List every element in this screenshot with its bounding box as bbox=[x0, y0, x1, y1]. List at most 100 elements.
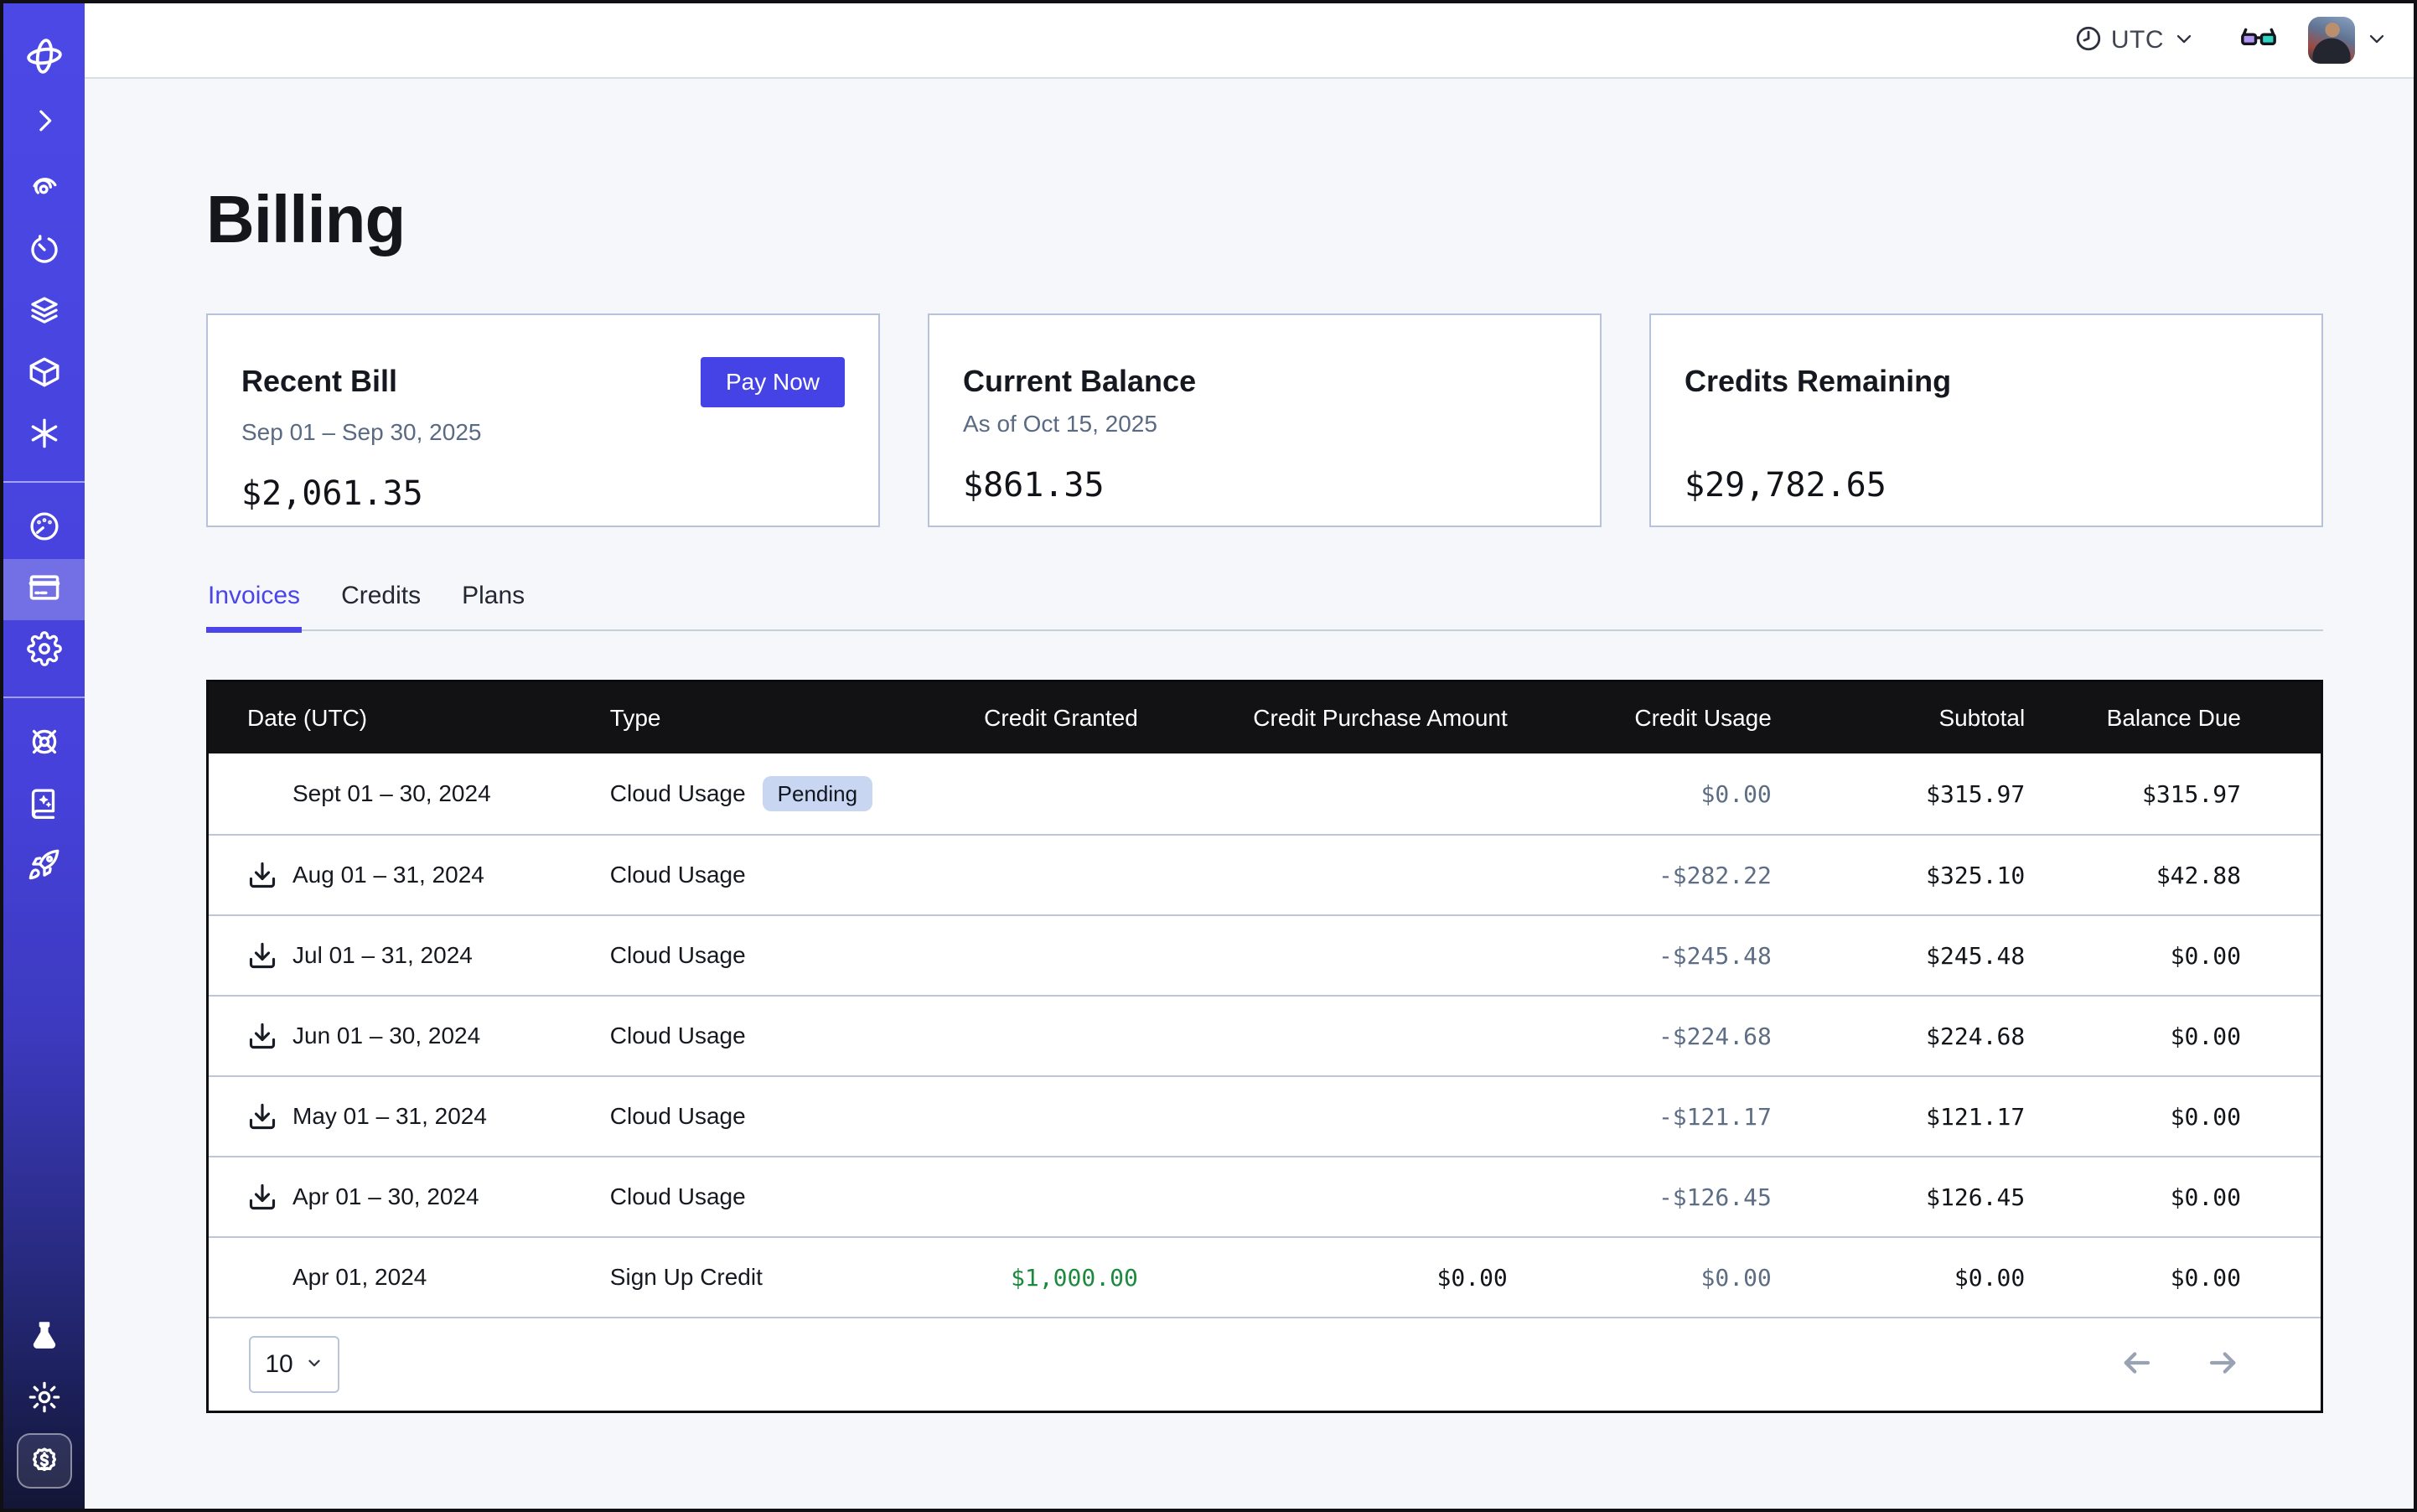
recent-bill-title: Recent Bill bbox=[241, 364, 397, 399]
invoice-type: Cloud Usage bbox=[610, 1023, 746, 1049]
credits-remaining-card: Credits Remaining $29,782.65 bbox=[1649, 313, 2323, 527]
timezone-select[interactable]: UTC bbox=[2074, 24, 2196, 57]
theme-toggle[interactable] bbox=[3, 1369, 85, 1430]
clock-icon bbox=[2074, 24, 2103, 57]
docs-book-icon bbox=[27, 785, 62, 825]
credit-usage-value: $0.00 bbox=[1701, 780, 1772, 808]
invoice-date: Jun 01 – 30, 2024 bbox=[292, 1023, 480, 1049]
balance-due-value: $0.00 bbox=[2171, 1183, 2241, 1211]
download-icon bbox=[247, 1101, 277, 1131]
invoice-date: Sept 01 – 30, 2024 bbox=[292, 780, 491, 807]
gear-icon bbox=[27, 631, 62, 671]
history-timer-icon bbox=[27, 232, 62, 272]
chevron-down-icon bbox=[305, 1350, 323, 1379]
avatar[interactable] bbox=[2308, 17, 2355, 64]
spiral-icon bbox=[27, 171, 62, 210]
chevron-right-icon bbox=[28, 104, 61, 142]
invoice-row: Apr 01, 2024 Sign Up Credit $1,000.00 $0… bbox=[209, 1236, 2321, 1317]
balance-due-value: $0.00 bbox=[2171, 1023, 2241, 1050]
layers-icon bbox=[27, 293, 62, 333]
credits-remaining-title: Credits Remaining bbox=[1685, 364, 1951, 399]
download-icon bbox=[247, 1182, 277, 1212]
pager bbox=[2119, 1345, 2241, 1385]
billing-tabs: Invoices Credits Plans bbox=[206, 582, 2323, 631]
sidebar-item-layers[interactable] bbox=[3, 282, 85, 344]
balance-due-value: $315.97 bbox=[2142, 780, 2241, 808]
sidebar-item-billing[interactable] bbox=[3, 559, 85, 620]
tab-invoices[interactable]: Invoices bbox=[206, 582, 302, 633]
table-header: Date (UTC) Type Credit Granted Credit Pu… bbox=[209, 682, 2321, 753]
col-balance-due: Balance Due bbox=[2025, 682, 2321, 753]
page-size-select[interactable]: 10 bbox=[249, 1336, 339, 1393]
col-credit-usage: Credit Usage bbox=[1508, 682, 1772, 753]
credit-purchase-value: $0.00 bbox=[1437, 1264, 1508, 1292]
sidebar-item-getting-started[interactable] bbox=[3, 836, 85, 897]
download-icon bbox=[247, 940, 277, 971]
page-size-value: 10 bbox=[265, 1350, 292, 1379]
download-invoice-button[interactable] bbox=[247, 1182, 277, 1212]
main-content: Billing Recent Bill Pay Now Sep 01 – Sep… bbox=[85, 181, 2414, 1413]
sidebar-item-settings[interactable] bbox=[3, 620, 85, 681]
invoice-row: May 01 – 31, 2024 Cloud Usage -$121.17 $… bbox=[209, 1075, 2321, 1156]
col-credit-purchase: Credit Purchase Amount bbox=[1138, 682, 1508, 753]
asterisk-icon bbox=[27, 416, 62, 455]
credit-usage-value: -$126.45 bbox=[1659, 1183, 1772, 1211]
download-invoice-button[interactable] bbox=[247, 1101, 277, 1131]
current-balance-amount: $861.35 bbox=[963, 466, 1566, 505]
prev-page-button[interactable] bbox=[2119, 1345, 2154, 1385]
sidebar-item-credits[interactable] bbox=[3, 1430, 85, 1491]
balance-due-value: $0.00 bbox=[2171, 1103, 2241, 1131]
col-type: Type bbox=[610, 682, 927, 753]
sidebar-collapse-button[interactable] bbox=[3, 92, 85, 153]
tab-credits[interactable]: Credits bbox=[339, 582, 422, 629]
credit-usage-value: -$245.48 bbox=[1659, 942, 1772, 970]
sidebar bbox=[3, 3, 85, 1509]
invoices-table: Date (UTC) Type Credit Granted Credit Pu… bbox=[206, 680, 2323, 1413]
invoice-date: Jul 01 – 31, 2024 bbox=[292, 942, 473, 969]
credit-usage-value: -$224.68 bbox=[1659, 1023, 1772, 1050]
flask-icon bbox=[27, 1318, 62, 1358]
download-invoice-button[interactable] bbox=[247, 1021, 277, 1051]
sidebar-item-labs[interactable] bbox=[3, 1307, 85, 1369]
cube-icon bbox=[27, 355, 62, 394]
download-icon bbox=[247, 1021, 277, 1051]
subtotal-value: $224.68 bbox=[1926, 1023, 2025, 1050]
sidebar-divider bbox=[3, 481, 85, 483]
invoice-table-body: Sept 01 – 30, 2024 Cloud Usage Pending $… bbox=[209, 753, 2321, 1317]
sidebar-item-admin[interactable] bbox=[3, 713, 85, 774]
sidebar-item-observe[interactable] bbox=[3, 160, 85, 221]
account-menu-button[interactable] bbox=[2365, 27, 2389, 54]
tab-plans[interactable]: Plans bbox=[460, 582, 526, 629]
invoice-type: Cloud Usage bbox=[610, 1103, 746, 1130]
page-title: Billing bbox=[206, 181, 2323, 258]
timezone-label: UTC bbox=[2111, 26, 2164, 54]
sidebar-item-history[interactable] bbox=[3, 221, 85, 282]
balance-due-value: $0.00 bbox=[2171, 942, 2241, 970]
current-balance-card: Current Balance As of Oct 15, 2025 $861.… bbox=[928, 313, 1602, 527]
download-icon bbox=[247, 860, 277, 890]
invoice-date: May 01 – 31, 2024 bbox=[292, 1103, 487, 1130]
credits-remaining-amount: $29,782.65 bbox=[1685, 466, 2288, 505]
glasses-icon[interactable] bbox=[2239, 19, 2278, 62]
balance-due-value: $0.00 bbox=[2171, 1264, 2241, 1292]
download-invoice-button[interactable] bbox=[247, 860, 277, 890]
invoice-date: Apr 01, 2024 bbox=[292, 1264, 427, 1291]
credit-granted-value: $1,000.00 bbox=[1011, 1264, 1138, 1292]
balance-due-value: $42.88 bbox=[2156, 862, 2241, 889]
sidebar-item-functions[interactable] bbox=[3, 405, 85, 466]
app-window: UTC Billing Recent B bbox=[0, 0, 2417, 1512]
invoice-row: Aug 01 – 31, 2024 Cloud Usage -$282.22 $… bbox=[209, 834, 2321, 914]
invoice-type: Cloud Usage bbox=[610, 942, 746, 969]
sun-icon bbox=[27, 1380, 62, 1419]
next-page-button[interactable] bbox=[2206, 1345, 2241, 1385]
sidebar-item-cube[interactable] bbox=[3, 344, 85, 405]
logo-orbit-icon bbox=[3, 27, 85, 85]
invoice-date: Aug 01 – 31, 2024 bbox=[292, 862, 484, 888]
pay-now-button[interactable]: Pay Now bbox=[701, 357, 845, 407]
download-invoice-button[interactable] bbox=[247, 940, 277, 971]
sidebar-item-usage[interactable] bbox=[3, 498, 85, 559]
col-credit-granted: Credit Granted bbox=[927, 682, 1138, 753]
sidebar-item-docs[interactable] bbox=[3, 774, 85, 836]
topbar: UTC bbox=[85, 3, 2414, 79]
gauge-icon bbox=[27, 509, 62, 548]
